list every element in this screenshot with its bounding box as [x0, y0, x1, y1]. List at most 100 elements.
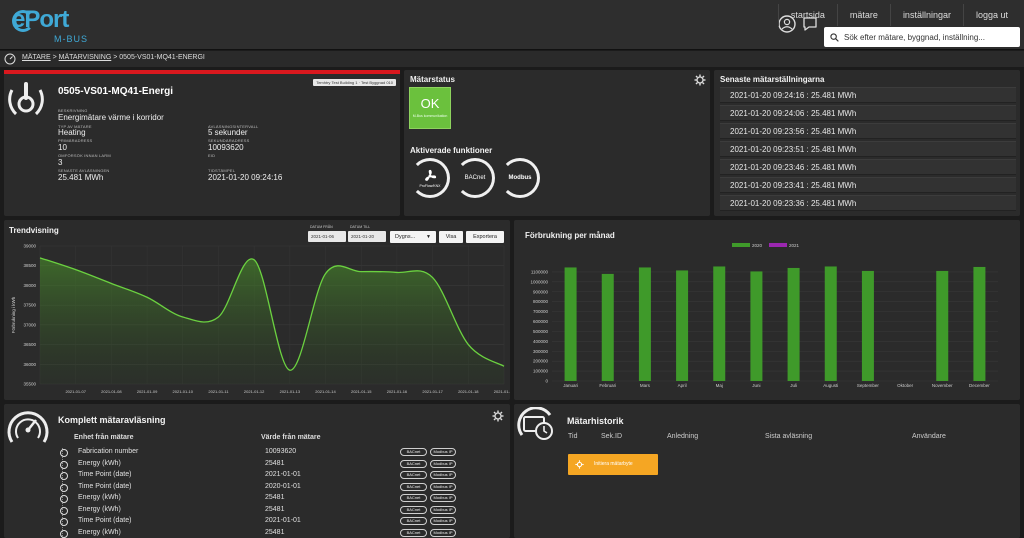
unit-value: 2021-01-01	[265, 471, 301, 478]
bacnet-badge[interactable]: BACnet	[400, 471, 427, 479]
value-beskrivning: Energimätare värme i korridor	[58, 113, 164, 122]
x-tick-label: 2021-01-14	[315, 389, 336, 394]
col-enhet: Enhet från mätare	[74, 434, 134, 441]
table-row: Fabrication number 10093620 BACnet Modbus I…	[60, 448, 480, 459]
building-tag[interactable]: Temhtry Test Building 1 · Test Byggnad 0…	[313, 79, 396, 86]
meter-gauge-icon	[4, 53, 16, 65]
complete-reading-panel: Komplett mätaravläsning Enhet från mätar…	[4, 404, 510, 538]
y-tick-label: 36000	[23, 362, 36, 367]
bacnet-badge[interactable]: BACnet	[400, 517, 427, 525]
bacnet-badge[interactable]: BACnet	[400, 505, 427, 514]
y-tick-label: 38500	[23, 263, 36, 268]
breadcrumb-bar: MÄTARE > MÄTARVISNING > 0505-VS01-MQ41-E…	[0, 51, 1024, 67]
bacnet-badge[interactable]: BACnet	[400, 494, 427, 502]
breadcrumb-matarvisning[interactable]: MÄTARVISNING	[59, 54, 112, 61]
reading-item: 2021-01-20 09:24:06 : 25.481 MWh	[720, 105, 1016, 121]
gauge-icon	[7, 411, 49, 443]
bar-2020	[824, 266, 837, 381]
breadcrumb: MÄTARE > MÄTARVISNING > 0505-VS01-MQ41-E…	[22, 54, 205, 61]
unit-name: Time Point (date)	[78, 517, 132, 524]
readings-list: 2021-01-20 09:24:16 : 25.481 MWh 2021-01…	[720, 87, 1016, 213]
nav-startsida[interactable]: startsida	[777, 4, 837, 26]
modbus-badge[interactable]: Modbus IP	[430, 528, 456, 537]
y-tick-label: 900000	[533, 289, 549, 294]
modbus-badge[interactable]: Modbus IP	[430, 517, 456, 525]
bar-2020	[564, 267, 577, 381]
bacnet-badge[interactable]: BACnet	[400, 482, 427, 491]
modbus-badge[interactable]: Modbus IP	[430, 494, 456, 502]
bar-2020	[638, 267, 651, 381]
label-omforsok: OMFÖRSÖK INNAN LARM	[58, 153, 111, 158]
nav-matare[interactable]: mätare	[836, 4, 890, 26]
gear-icon[interactable]	[694, 74, 706, 86]
legend-swatch-2020	[732, 243, 750, 247]
x-tick-label: November	[932, 383, 953, 388]
function-bacnet[interactable]: BACnet	[455, 158, 495, 198]
col-sista-avlasning: Sista avläsning	[765, 433, 813, 440]
logo-text: ePort	[12, 6, 69, 33]
monthly-title: Förbrukning per månad	[525, 231, 615, 240]
meter-value-icon	[60, 506, 68, 515]
search-box	[824, 27, 1020, 47]
y-tick-label: 1100000	[531, 269, 549, 274]
modbus-badge[interactable]: Modbus IP	[430, 482, 456, 491]
date-from-input[interactable]: 2021-01-06	[308, 231, 346, 242]
unit-value: 25481	[265, 505, 285, 513]
function-modbus[interactable]: Modbus	[500, 158, 540, 198]
bacnet-badge[interactable]: BACnet	[400, 528, 427, 537]
search-icon	[830, 32, 839, 42]
bar-2020	[787, 267, 800, 381]
trend-panel: Trendvisning DATUM FRÅN 2021-01-06 DATUM…	[4, 220, 510, 400]
unit-name: Time Point (date)	[78, 482, 132, 490]
y-tick-label: 38000	[23, 283, 36, 288]
reading-item: 2021-01-20 09:24:16 : 25.481 MWh	[720, 87, 1016, 103]
modbus-badge[interactable]: Modbus IP	[430, 459, 456, 468]
initiate-label: Initiera mätarbyte	[594, 461, 633, 467]
col-tid: Tid	[568, 433, 578, 440]
trend-area	[40, 257, 504, 384]
x-tick-label: 2021-01-17	[422, 389, 443, 394]
y-tick-label: 400000	[533, 339, 549, 344]
meter-value-icon	[60, 449, 68, 457]
reading-item: 2021-01-20 09:23:46 : 25.481 MWh	[720, 159, 1016, 175]
modbus-badge[interactable]: Modbus IP	[430, 505, 456, 514]
history-title: Mätarhistorik	[567, 416, 624, 426]
nav-installningar[interactable]: inställningar	[889, 4, 963, 26]
function-proflow[interactable]: ProFlow/KNX	[410, 158, 450, 198]
x-tick-label: Maj	[716, 383, 723, 388]
fan-icon	[425, 169, 437, 181]
nav-logga-ut[interactable]: logga ut	[962, 4, 1020, 26]
bar-2020	[973, 266, 986, 381]
bar-2020	[936, 270, 949, 381]
date-to-label: DATUM TILL	[350, 225, 371, 229]
complete-title: Komplett mätaravläsning	[58, 415, 166, 425]
modbus-badge[interactable]: Modbus IP	[430, 471, 456, 479]
meter-history-panel: Mätarhistorik Tid Sek.ID Anledning Sista…	[514, 404, 1020, 538]
x-tick-label: Augusti	[823, 383, 838, 388]
bar-2020	[750, 271, 763, 381]
unit-name: Energy (kWh)	[78, 494, 121, 501]
function-label: ProFlow/KNX	[419, 184, 441, 188]
eport-logo[interactable]: ePort M-BUS	[12, 6, 102, 44]
meter-value-icon	[60, 529, 68, 538]
unit-name: Energy (kWh)	[78, 459, 121, 467]
gear-icon[interactable]	[492, 410, 504, 422]
x-tick-label: 2021-01-11	[208, 389, 229, 394]
bacnet-badge[interactable]: BACnet	[400, 448, 427, 456]
col-anvandare: Användare	[912, 433, 946, 440]
x-tick-label: 2021-01-08	[101, 389, 122, 394]
ok-text: OK	[420, 96, 440, 111]
meter-value-icon	[60, 518, 68, 526]
value-intervall: 5 sekunder	[208, 128, 248, 137]
modbus-badge[interactable]: Modbus IP	[430, 448, 456, 456]
search-input[interactable]	[844, 32, 1014, 42]
date-to-input[interactable]: 2021-01-20	[348, 231, 386, 242]
y-axis-label: Förbrukning i kWh	[11, 296, 16, 333]
legend-label-2020: 2020	[752, 243, 763, 248]
unit-value: 25481	[265, 494, 285, 501]
bacnet-badge[interactable]: BACnet	[400, 459, 427, 468]
initiate-meter-change-button[interactable]: Initiera mätarbyte	[568, 454, 658, 475]
meter-title: 0505-VS01-MQ41-Energi	[58, 86, 174, 97]
x-tick-label: 2021-01-19	[494, 389, 510, 394]
breadcrumb-matare[interactable]: MÄTARE	[22, 54, 51, 61]
